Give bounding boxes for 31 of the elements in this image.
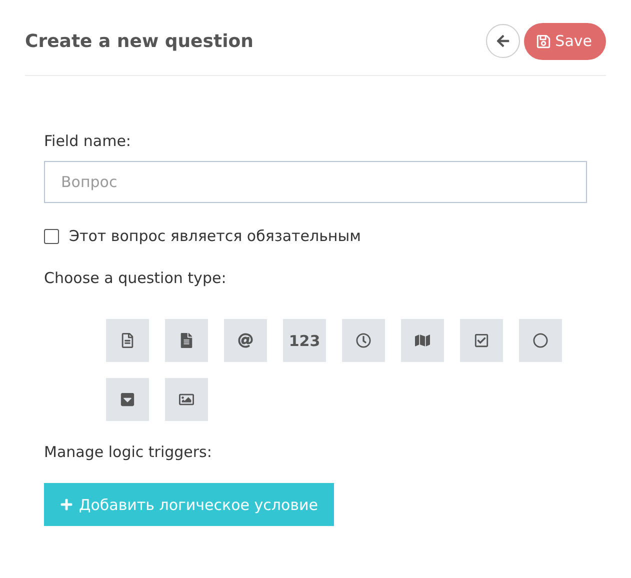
- question-type-button[interactable]: [342, 319, 385, 362]
- question-type-button[interactable]: [224, 319, 267, 362]
- question-type-button[interactable]: [401, 319, 444, 362]
- add-logic-button[interactable]: Добавить логическое условие: [44, 483, 334, 526]
- page-title: Create a new question: [25, 30, 254, 52]
- plus-icon: [60, 498, 73, 511]
- question-type-button[interactable]: [460, 319, 503, 362]
- question-type-button[interactable]: [165, 378, 208, 421]
- required-checkbox[interactable]: [44, 228, 59, 244]
- at-sign-icon: [238, 333, 253, 348]
- save-icon: [536, 34, 552, 48]
- back-button[interactable]: [486, 24, 520, 58]
- document-outline-icon: [120, 333, 135, 348]
- required-label: Этот вопрос является обязательным: [69, 227, 361, 245]
- number-type-button[interactable]: 123: [283, 319, 326, 362]
- logic-triggers-label: Manage logic triggers:: [44, 443, 213, 461]
- question-type-button[interactable]: [106, 378, 149, 421]
- checked-box-icon: [474, 333, 489, 348]
- image-icon: [179, 392, 194, 407]
- back-arrow-icon: [496, 34, 510, 48]
- question-type-label: Choose a question type:: [44, 269, 228, 287]
- map-icon: [415, 333, 430, 348]
- question-type-button[interactable]: [106, 319, 149, 362]
- question-type-button[interactable]: [519, 319, 562, 362]
- field-name-label: Field name:: [44, 132, 132, 150]
- dropdown-box-icon: [120, 392, 135, 407]
- clock-icon: [356, 333, 371, 348]
- question-type-button[interactable]: [165, 319, 208, 362]
- field-name-input[interactable]: Вопрос: [44, 161, 587, 203]
- document-icon: [179, 333, 194, 348]
- save-button[interactable]: Save: [524, 22, 606, 60]
